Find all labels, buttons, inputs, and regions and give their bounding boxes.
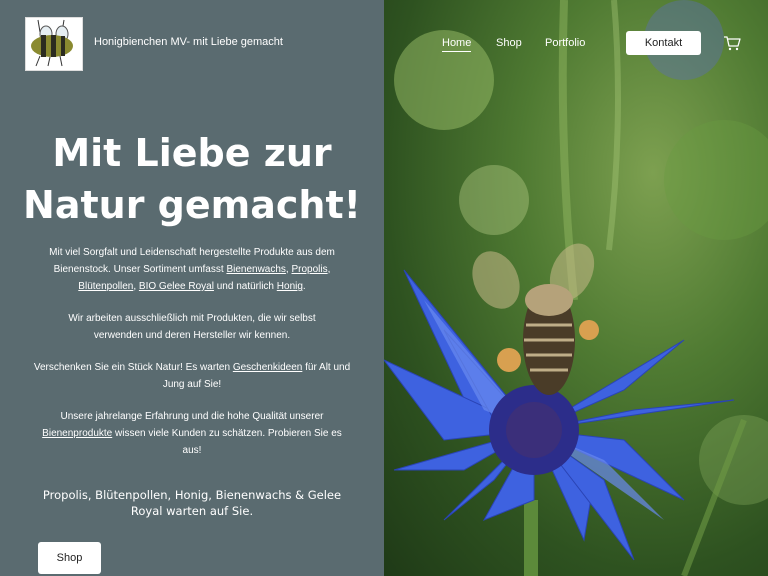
link-bienenprodukte[interactable]: Bienenprodukte [42, 428, 112, 439]
headline-line-2: Natur gemacht! [23, 183, 361, 227]
site-header: Honigbienchen MV- mit Liebe gemacht Home… [0, 0, 768, 86]
experience-text-2: wissen viele Kunden zu schätzen. Probier… [112, 428, 342, 456]
gift-paragraph: Verschenken Sie ein Stück Natur! Es wart… [32, 359, 352, 393]
contact-button[interactable]: Kontakt [626, 31, 701, 55]
intro-text-6: . [302, 281, 306, 292]
hero-headline: Mit Liebe zur Natur gemacht! [10, 127, 374, 231]
shop-button[interactable]: Shop [38, 542, 101, 574]
nav-portfolio[interactable]: Portfolio [545, 37, 585, 49]
intro-text-5: und natürlich [213, 281, 277, 292]
gift-text-1: Verschenken Sie ein Stück Natur! Es wart… [33, 362, 233, 373]
hero-image [384, 0, 768, 576]
site-title[interactable]: Honigbienchen MV- mit Liebe gemacht [94, 36, 283, 48]
shopping-cart-icon[interactable] [723, 35, 741, 51]
hero-tagline: Propolis, Blütenpollen, Honig, Bienenwac… [42, 488, 342, 518]
link-bio-gelee-royal[interactable]: BIO Gelee Royal [139, 281, 214, 292]
bee-icon [31, 19, 73, 67]
experience-paragraph: Unsere jahrelange Erfahrung und die hohe… [32, 408, 352, 459]
link-bluetenpollen[interactable]: Blütenpollen [78, 281, 133, 292]
link-honig[interactable]: Honig [277, 281, 303, 292]
intro-paragraph: Mit viel Sorgfalt und Leidenschaft herge… [32, 244, 352, 295]
intro-text-3: , [327, 264, 331, 275]
headline-line-1: Mit Liebe zur [52, 131, 332, 175]
link-geschenkideen[interactable]: Geschenkideen [233, 362, 303, 373]
nav-home[interactable]: Home [442, 37, 472, 52]
nav-shop[interactable]: Shop [496, 37, 522, 49]
link-propolis[interactable]: Propolis [291, 264, 327, 275]
bee-logo[interactable] [25, 17, 83, 71]
bee-on-cornflower-photo [384, 0, 768, 576]
link-bienenwachs[interactable]: Bienenwachs [226, 264, 285, 275]
experience-text-1: Unsere jahrelange Erfahrung und die hohe… [60, 411, 324, 422]
products-paragraph: Wir arbeiten ausschließlich mit Produkte… [68, 313, 316, 341]
